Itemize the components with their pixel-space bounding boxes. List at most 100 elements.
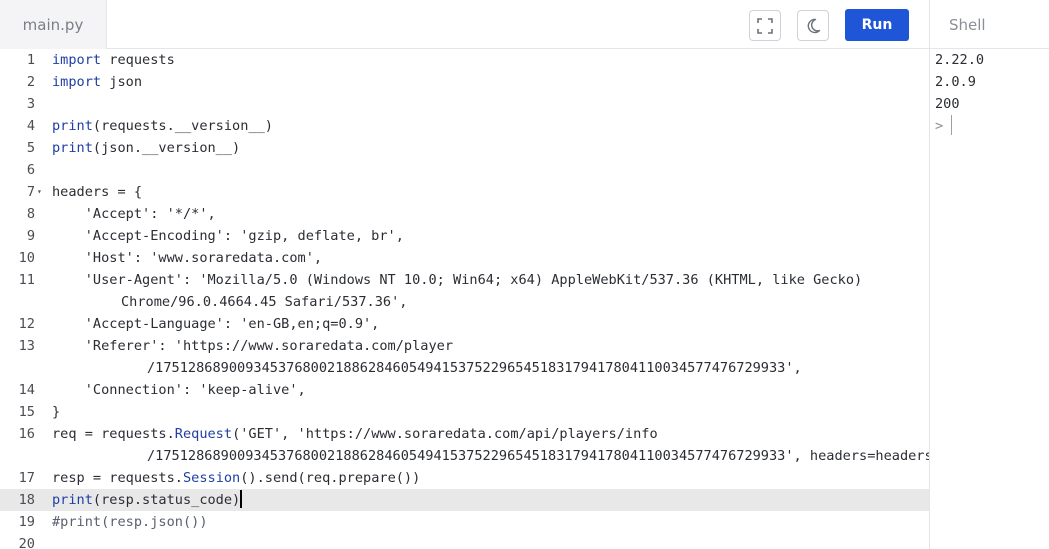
code-token: 'Accept': '*/*',: [52, 206, 216, 222]
text-cursor: [240, 489, 243, 508]
code-token: Chrome/96.0.4664.45 Safari/537.36',: [121, 294, 408, 310]
code-line-7[interactable]: 7 ▾ headers = {: [0, 181, 929, 203]
code-keyword: import: [52, 74, 102, 90]
code-line-2[interactable]: 2 import json: [0, 71, 929, 93]
code-line-9[interactable]: 9 'Accept-Encoding': 'gzip, deflate, br'…: [0, 225, 929, 247]
moon-icon: [807, 18, 821, 33]
line-number: 17: [18, 470, 35, 486]
line-number: 20: [18, 536, 35, 549]
shell-output-line: 2.0.9: [935, 74, 976, 90]
code-text: 'Accept': '*/*',: [52, 203, 216, 225]
line-number: 4: [26, 118, 35, 134]
prompt-symbol: >: [935, 118, 944, 134]
code-token: (resp.status_code): [92, 492, 241, 508]
code-text: /175128689009345376800218862846054941537…: [52, 357, 802, 379]
line-number: 9: [26, 228, 35, 244]
code-token: 'Referer': 'https://www.soraredata.com/p…: [52, 338, 454, 354]
code-text: resp = requests.Session().send(req.prepa…: [52, 467, 420, 489]
code-line-wrap[interactable]: /175128689009345376800218862846054941537…: [0, 445, 929, 467]
code-token: }: [52, 404, 61, 420]
code-token: /175128689009345376800218862846054941537…: [147, 360, 802, 376]
code-line-13[interactable]: 13 'Referer': 'https://www.soraredata.co…: [0, 335, 929, 357]
code-line-5[interactable]: 5 print(json.__version__): [0, 137, 929, 159]
code-keyword: print: [52, 492, 93, 508]
code-line-15[interactable]: 15}: [0, 401, 929, 423]
code-text: print(json.__version__): [52, 137, 240, 159]
code-text: #print(resp.json()): [52, 511, 208, 533]
code-text: Chrome/96.0.4664.45 Safari/537.36',: [52, 291, 407, 313]
tab-shell[interactable]: Shell: [929, 0, 1049, 49]
code-token: (requests.__version__): [92, 118, 273, 134]
shell-output-line: 2.22.0: [935, 52, 985, 68]
code-text: }: [52, 401, 60, 423]
code-token: 'Host': 'www.soraredata.com',: [52, 250, 323, 266]
code-text: 'Host': 'www.soraredata.com',: [52, 247, 322, 269]
code-token: req = requests.: [52, 426, 175, 442]
code-comment: #print(resp.json()): [52, 514, 208, 530]
code-line-11[interactable]: 11 'User-Agent': 'Mozilla/5.0 (Windows N…: [0, 269, 929, 291]
shell-output-line: 200: [935, 96, 960, 112]
code-keyword: print: [52, 140, 93, 156]
code-token: headers = {: [52, 184, 143, 200]
code-token: 'Connection': 'keep-alive',: [52, 382, 306, 398]
line-number: 14: [18, 382, 35, 398]
code-token: json: [101, 74, 143, 90]
line-number: 1: [26, 52, 35, 68]
code-text: import requests: [52, 49, 175, 71]
code-line-10[interactable]: 10 'Host': 'www.soraredata.com',: [0, 247, 929, 269]
line-number: 8: [26, 206, 35, 222]
code-text: 'Accept-Encoding': 'gzip, deflate, br',: [52, 225, 404, 247]
code-line-19[interactable]: 19 #print(resp.json()): [0, 511, 929, 533]
shell-output-panel[interactable]: 2.22.0 2.0.9 200 >: [929, 49, 1049, 549]
top-bar: main.py Run Shell: [0, 0, 1049, 49]
code-line-18[interactable]: 18 print(resp.status_code): [0, 489, 929, 511]
code-keyword: import: [52, 52, 102, 68]
line-number: 7: [26, 184, 35, 200]
line-number: 6: [26, 162, 35, 178]
code-line-12[interactable]: 12 'Accept-Language': 'en-GB,en;q=0.9',: [0, 313, 929, 335]
line-number: 11: [18, 272, 35, 288]
code-token: ().send(req.prepare()): [240, 470, 421, 486]
code-text: print(requests.__version__): [52, 115, 273, 137]
tab-main-py[interactable]: main.py: [0, 0, 107, 49]
line-number: 12: [18, 316, 35, 332]
code-line-wrap[interactable]: /175128689009345376800218862846054941537…: [0, 357, 929, 379]
code-line-wrap[interactable]: Chrome/96.0.4664.45 Safari/537.36',: [0, 291, 929, 313]
code-line-6[interactable]: 6: [0, 159, 929, 181]
line-number: 5: [26, 140, 35, 156]
shell-prompt[interactable]: >: [935, 114, 953, 137]
line-number: 16: [18, 426, 35, 442]
code-line-4[interactable]: 4 print(requests.__version__): [0, 115, 929, 137]
code-text: 'Connection': 'keep-alive',: [52, 379, 306, 401]
code-token: ('GET', 'https://www.soraredata.com/api/…: [232, 426, 658, 442]
code-token: requests: [101, 52, 175, 68]
line-number: 3: [26, 96, 35, 112]
code-line-20[interactable]: 20: [0, 533, 929, 549]
code-keyword: print: [52, 118, 93, 134]
code-text: 'User-Agent': 'Mozilla/5.0 (Windows NT 1…: [52, 269, 863, 291]
code-line-17[interactable]: 17 resp = requests.Session().send(req.pre…: [0, 467, 929, 489]
code-line-16[interactable]: 16 req = requests.Request('GET', 'https:/…: [0, 423, 929, 445]
code-text: 'Referer': 'https://www.soraredata.com/p…: [52, 335, 453, 357]
code-text: req = requests.Request('GET', 'https://w…: [52, 423, 658, 445]
fullscreen-button[interactable]: [749, 10, 781, 41]
fold-arrow-icon[interactable]: ▾: [37, 181, 42, 203]
code-line-3[interactable]: 3: [0, 93, 929, 115]
code-editor[interactable]: 1 import requests 2 import json 3 4 print(requ…: [0, 49, 929, 549]
run-button[interactable]: Run: [845, 9, 909, 41]
code-token: resp = requests.: [52, 470, 183, 486]
code-text: /175128689009345376800218862846054941537…: [52, 445, 929, 467]
code-token: (json.__version__): [92, 140, 241, 156]
code-line-8[interactable]: 8 'Accept': '*/*',: [0, 203, 929, 225]
code-line-1[interactable]: 1 import requests: [0, 49, 929, 71]
code-text: headers = {: [52, 181, 142, 203]
code-text: print(resp.status_code): [52, 489, 243, 511]
line-number: 2: [26, 74, 35, 90]
fullscreen-icon: [757, 17, 773, 34]
code-text: 'Accept-Language': 'en-GB,en;q=0.9',: [52, 313, 380, 335]
line-number: 18: [18, 492, 35, 508]
code-line-14[interactable]: 14 'Connection': 'keep-alive',: [0, 379, 929, 401]
code-text: import json: [52, 71, 142, 93]
code-token: /175128689009345376800218862846054941537…: [147, 448, 929, 464]
theme-toggle-button[interactable]: [797, 10, 829, 41]
